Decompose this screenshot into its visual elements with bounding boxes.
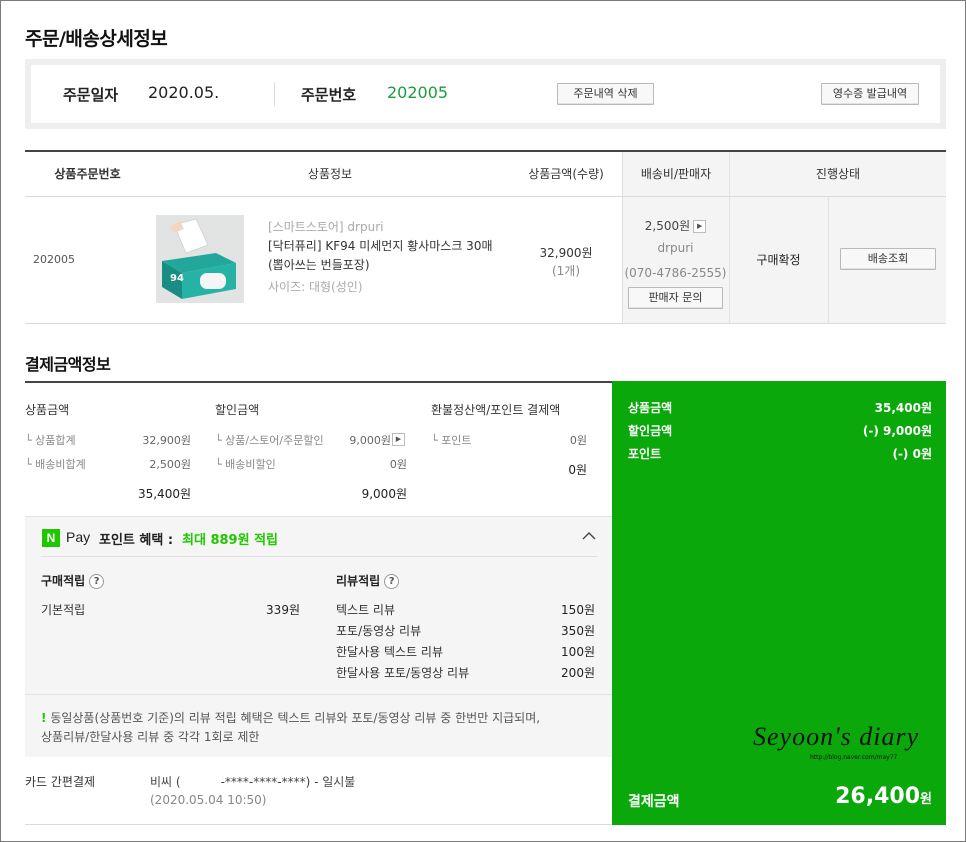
shipping-fee: 2,500원 <box>644 219 691 233</box>
seller-phone: (070-4786-2555) <box>624 266 727 280</box>
summary-discount-value: (-) 9,000원 <box>862 424 932 438</box>
notice-divider <box>25 694 612 695</box>
divider <box>274 82 275 106</box>
notice-exclamation-icon: ! <box>41 711 47 725</box>
row-order-number[interactable]: 202005 <box>33 253 75 266</box>
npay-benefit-value: 최대 889원 적립 <box>182 533 278 548</box>
final-amount-unit: 원 <box>920 792 932 807</box>
col-status: 진행상태 <box>729 152 946 196</box>
payment-section-title: 결제금액정보 <box>25 355 111 374</box>
discount-amount-title: 할인금액 <box>215 403 260 417</box>
shipping-detail-arrow-icon[interactable]: ▶ <box>693 220 707 233</box>
summary-product-value: 35,400원 <box>874 401 932 415</box>
summary-product-label: 상품금액 <box>628 401 673 415</box>
order-status: 구매확정 <box>756 253 801 267</box>
review-item-value: 200원 <box>561 666 595 680</box>
refund-amount-title: 환불정산액/포인트 결제액 <box>431 403 561 417</box>
payment-datetime: (2020.05.04 10:50) <box>150 793 267 807</box>
thumb-label: 94 <box>170 273 184 284</box>
collapse-chevron-up-icon[interactable] <box>580 527 598 545</box>
npay-divider <box>41 556 597 557</box>
card-name: 비씨 ( <box>150 775 181 789</box>
order-date-label: 주문일자 <box>63 86 119 104</box>
shipping-sum-label: └ 배송비합계 <box>25 458 86 471</box>
final-amount-value: 26,400 <box>835 784 921 809</box>
product-option: 사이즈: 대형(성인) <box>268 280 363 294</box>
col-shipping-seller: 배송비/판매자 <box>622 152 729 196</box>
payment-method-label: 카드 간편결제 <box>25 775 96 789</box>
basic-reward-label: 기본적립 <box>41 603 86 617</box>
product-sum-label: └ 상품합계 <box>25 434 76 447</box>
review-item-value: 150원 <box>561 603 595 617</box>
summary-point-value: (-) 0원 <box>892 447 932 461</box>
refund-amount-total: 0원 <box>568 463 587 477</box>
review-item-label: 포토/동영상 리뷰 <box>336 624 422 638</box>
order-number-label: 주문번호 <box>301 86 357 104</box>
purchase-help-icon[interactable]: ? <box>89 574 105 589</box>
payment-top-border <box>25 381 612 383</box>
blog-watermark-title: Seyoon's diary <box>753 722 920 751</box>
discount-amount-total: 9,000원 <box>361 487 407 501</box>
seller-inquiry-button[interactable]: 판매자 문의 <box>628 287 723 309</box>
summary-discount-label: 할인금액 <box>628 424 673 438</box>
purchase-reward-title: 구매적립 <box>41 574 86 588</box>
store-discount-value: 9,000원 <box>349 434 391 447</box>
shipping-discount-label: └ 배송비할인 <box>215 458 276 471</box>
col-order-number: 상품주문번호 <box>54 167 121 181</box>
summary-point-label: 포인트 <box>628 447 662 461</box>
mask-box-image: 94 <box>156 215 244 303</box>
product-store[interactable]: [스마트스토어] drpuri <box>268 218 383 235</box>
shipping-discount-value: 0원 <box>389 458 407 471</box>
review-item-value: 350원 <box>561 624 595 638</box>
review-help-icon[interactable]: ? <box>384 574 400 589</box>
product-thumbnail[interactable]: 94 <box>156 215 244 303</box>
npay-benefit-label: 포인트 혜택 : <box>99 533 174 548</box>
npay-logo-icon: N <box>42 529 60 547</box>
order-summary-box: 주문일자 2020.05. 주문번호 202005 주문내역 삭제 영수증 발급… <box>25 59 946 129</box>
review-item-label: 한달사용 텍스트 리뷰 <box>336 645 443 659</box>
product-amount-title: 상품금액 <box>25 403 70 417</box>
store-discount-label: └ 상품/스토어/주문할인 <box>215 434 324 447</box>
point-label: └ 포인트 <box>431 434 472 447</box>
table-bottom-border <box>25 323 946 324</box>
review-item-label: 한달사용 포토/동영상 리뷰 <box>336 666 470 680</box>
npay-pay-text: Pay <box>66 529 91 545</box>
blog-watermark-url: http://blog.naver.com/may77 <box>810 754 898 761</box>
basic-reward-value: 339원 <box>266 603 300 617</box>
notice-line-1: 동일상품(상품번호 기준)의 리뷰 적립 혜택은 텍스트 리뷰와 포토/동영상 … <box>50 711 541 725</box>
col-price-qty: 상품금액(수량) <box>528 167 604 181</box>
product-quantity: (1개) <box>551 264 581 278</box>
seller-name: drpuri <box>657 241 694 255</box>
page-title: 주문/배송상세정보 <box>25 28 168 50</box>
product-name[interactable]: [닥터퓨리] KF94 미세먼지 황사마스크 30매 (뽑아쓰는 번들포장) <box>268 237 508 275</box>
notice-line-2: 상품리뷰/한달사용 리뷰 중 각각 1회로 제한 <box>41 730 260 744</box>
point-value: 0원 <box>569 434 587 447</box>
shipping-sum-value: 2,500원 <box>149 458 191 471</box>
col-product-info: 상품정보 <box>307 167 353 181</box>
order-date-value: 2020.05. <box>148 83 220 102</box>
payment-bottom-border <box>25 824 612 825</box>
discount-detail-arrow-icon[interactable]: ▶ <box>392 433 405 446</box>
receipt-history-button[interactable]: 영수증 발급내역 <box>821 83 919 105</box>
delete-order-button[interactable]: 주문내역 삭제 <box>557 83 654 105</box>
final-amount-label: 결제금액 <box>628 794 680 810</box>
review-item-value: 100원 <box>561 645 595 659</box>
product-amount-total: 35,400원 <box>137 487 191 501</box>
order-number-value: 202005 <box>387 83 449 102</box>
track-delivery-button[interactable]: 배송조회 <box>840 248 936 270</box>
card-masked-number: -****-****-****) - 일시불 <box>220 775 356 789</box>
review-reward-title: 리뷰적립 <box>336 574 381 588</box>
review-item-label: 텍스트 리뷰 <box>336 603 396 617</box>
status-inner-divider <box>828 197 829 323</box>
product-sum-value: 32,900원 <box>142 434 191 447</box>
product-price: 32,900원 <box>539 246 593 260</box>
